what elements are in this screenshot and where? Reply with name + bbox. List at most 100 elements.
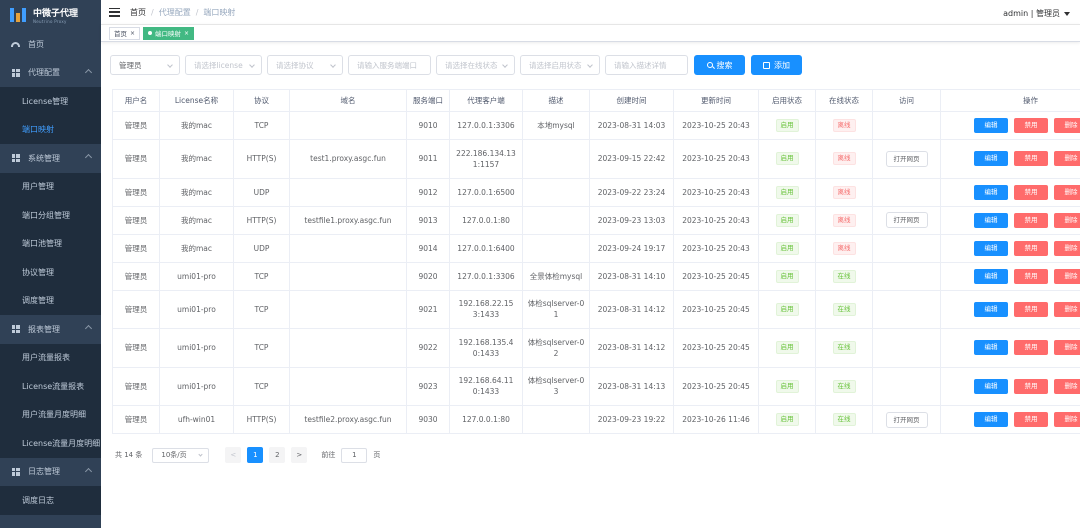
open-page-button[interactable]: 打开网页 — [885, 212, 928, 228]
sidebar-item-5[interactable]: 用户管理 — [0, 172, 101, 201]
edit-button[interactable]: 编辑 — [974, 118, 1008, 133]
logo[interactable]: 中微子代理 Neutrino Proxy — [0, 0, 101, 30]
sidebar-item-7[interactable]: 端口池管理 — [0, 229, 101, 258]
tag-current[interactable]: 端口映射 × — [143, 26, 195, 40]
cell-online: 离线 — [815, 177, 873, 207]
delete-button[interactable]: 删除 — [1054, 340, 1080, 356]
sidebar-item-0[interactable]: 首页 — [0, 30, 101, 59]
page-2-button[interactable]: 2 — [269, 447, 286, 463]
page-size-select[interactable]: 10条/页 — [152, 447, 210, 463]
add-button[interactable]: 添加 — [751, 55, 802, 75]
sidebar-item-15[interactable]: 日志管理 — [0, 458, 101, 487]
created-value: 2023-09-23 19:22 — [597, 415, 666, 424]
tag-home[interactable]: 首页 × — [109, 26, 141, 40]
disable-button[interactable]: 禁用 — [1014, 378, 1048, 394]
edit-button[interactable]: 编辑 — [974, 240, 1008, 256]
cell-client: 127.0.0.1:3306 — [449, 261, 523, 291]
delete-button[interactable]: 删除 — [1054, 240, 1080, 256]
sidebar-item-13[interactable]: 用户流量月度明细 — [0, 400, 101, 429]
edit-button[interactable]: 编辑 — [974, 212, 1008, 228]
created-value: 2023-08-31 14:10 — [597, 271, 666, 281]
sidebar-item-1[interactable]: 代理配置 — [0, 59, 101, 88]
cell-updated: 2023-10-25 20:45 — [673, 366, 759, 406]
license-value: 我的mac — [180, 187, 213, 197]
delete-button[interactable]: 删除 — [1054, 412, 1080, 427]
pagination: 共 14 条 10条/页 < 1 2 > 前往 1 页 — [115, 447, 380, 463]
disable-button[interactable]: 禁用 — [1014, 301, 1048, 317]
goto-page-input[interactable]: 1 — [341, 447, 368, 463]
sidebar-item-11[interactable]: 用户流量报表 — [0, 343, 101, 372]
sidebar-item-16[interactable]: 调度日志 — [0, 486, 101, 515]
edit-button[interactable]: 编辑 — [974, 184, 1008, 200]
desc-input[interactable]: 请输入描述详情 — [605, 55, 688, 75]
edit-button[interactable]: 编辑 — [974, 301, 1008, 317]
cell-online: 在线 — [815, 405, 873, 434]
sidebar-item-4[interactable]: 系统管理 — [0, 144, 101, 173]
delete-button[interactable]: 删除 — [1054, 301, 1080, 317]
next-page-button[interactable]: > — [291, 447, 308, 463]
search-button[interactable]: 搜索 — [694, 55, 745, 75]
cell-client: 127.0.0.1:80 — [449, 405, 523, 434]
open-page-button[interactable]: 打开网页 — [885, 150, 928, 167]
disable-button[interactable]: 禁用 — [1014, 412, 1048, 427]
cell-port: 9014 — [406, 233, 450, 263]
enable-select[interactable]: 请选择启用状态 — [520, 55, 600, 75]
sidebar-item-12[interactable]: License流量报表 — [0, 372, 101, 401]
prev-page-button[interactable]: < — [225, 447, 242, 463]
user-select[interactable]: 管理员 — [110, 55, 180, 75]
sidebar-item-8[interactable]: 协议管理 — [0, 258, 101, 287]
cell-domain — [289, 233, 407, 263]
disable-button[interactable]: 禁用 — [1014, 118, 1048, 133]
cell-online: 离线 — [815, 139, 873, 179]
edit-button[interactable]: 编辑 — [974, 340, 1008, 356]
close-icon[interactable]: × — [130, 30, 135, 37]
user-menu[interactable]: admin | 管理员 — [1003, 8, 1070, 19]
logo-subtitle: Neutrino Proxy — [33, 19, 67, 24]
edit-button[interactable]: 编辑 — [974, 378, 1008, 394]
page-number: 2 — [275, 451, 280, 459]
sidebar-item-9[interactable]: 调度管理 — [0, 286, 101, 315]
cell-port: 9013 — [406, 205, 450, 235]
disable-button[interactable]: 禁用 — [1014, 340, 1048, 356]
edit-button[interactable]: 编辑 — [974, 412, 1008, 427]
delete-button[interactable]: 删除 — [1054, 184, 1080, 200]
delete-button[interactable]: 删除 — [1054, 268, 1080, 284]
breadcrumb-home[interactable]: 首页 — [130, 7, 146, 18]
cell-enabled: 启用 — [758, 405, 816, 434]
cell-actions: 编辑 禁用 删除 — [940, 139, 1080, 179]
delete-button[interactable]: 删除 — [1054, 151, 1080, 167]
protocol-select[interactable]: 请选择协议 — [267, 55, 343, 75]
delete-button[interactable]: 删除 — [1054, 118, 1080, 133]
edit-button[interactable]: 编辑 — [974, 151, 1008, 167]
delete-button[interactable]: 删除 — [1054, 212, 1080, 228]
port-value: 9030 — [418, 415, 438, 424]
port-input[interactable]: 请输入服务端端口 — [348, 55, 431, 75]
sidebar-item-3[interactable]: 端口映射 — [0, 115, 101, 144]
cell-created: 2023-09-23 19:22 — [589, 405, 674, 434]
hamburger-icon[interactable] — [109, 7, 120, 17]
cell-created: 2023-09-23 13:03 — [589, 205, 674, 235]
disable-button[interactable]: 禁用 — [1014, 151, 1048, 167]
sidebar-item-label: 端口池管理 — [22, 239, 62, 249]
disable-button[interactable]: 禁用 — [1014, 240, 1048, 256]
disable-button[interactable]: 禁用 — [1014, 212, 1048, 228]
sidebar-item-2[interactable]: License管理 — [0, 87, 101, 116]
sidebar-item-14[interactable]: License流量月度明细 — [0, 429, 101, 458]
close-icon[interactable]: × — [184, 30, 189, 37]
edit-button[interactable]: 编辑 — [974, 268, 1008, 284]
sidebar-item-10[interactable]: 报表管理 — [0, 315, 101, 344]
open-page-button[interactable]: 打开网页 — [885, 411, 928, 428]
online-select[interactable]: 请选择在线状态 — [436, 55, 515, 75]
disable-button[interactable]: 禁用 — [1014, 184, 1048, 200]
license-select[interactable]: 请选择license — [185, 55, 262, 75]
delete-button[interactable]: 删除 — [1054, 378, 1080, 394]
page-1-button[interactable]: 1 — [247, 447, 264, 463]
cell-actions: 编辑 禁用 删除 — [940, 328, 1080, 368]
cell-protocol: TCP — [233, 328, 290, 368]
breadcrumb-separator: / — [195, 7, 199, 17]
cell-created: 2023-09-15 22:42 — [589, 139, 674, 179]
disable-button[interactable]: 禁用 — [1014, 268, 1048, 284]
protocol-value: HTTP(S) — [246, 215, 277, 225]
sidebar-item-6[interactable]: 端口分组管理 — [0, 201, 101, 230]
cell-user: 管理员 — [112, 328, 160, 368]
